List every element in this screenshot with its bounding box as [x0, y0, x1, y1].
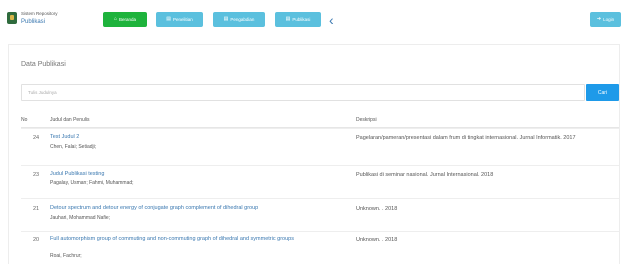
publication-title-link[interactable]: Test Judul 2 — [50, 134, 315, 141]
login-button[interactable]: ➔ Login — [590, 12, 621, 27]
row-number: 24 — [33, 135, 40, 141]
row-number: 21 — [33, 206, 40, 212]
file-icon: ▤ — [223, 16, 229, 22]
publication-description: Unknown. . 2018 — [356, 237, 398, 243]
table-row: 24 Test Judul 2 Chen, Falai; Setiadji; P… — [21, 128, 619, 165]
page-title: Data Publikasi — [21, 61, 66, 68]
file-icon: ▤ — [166, 16, 171, 22]
search-row: Cari — [21, 84, 619, 101]
column-header-no: No — [21, 117, 28, 123]
search-button[interactable]: Cari — [586, 84, 619, 101]
table-row: 23 Judul Publikasi testing Pagalay, Usma… — [21, 165, 619, 198]
sign-in-icon: ➔ — [596, 16, 602, 22]
table-row: 20 Full automorphism group of commuting … — [21, 231, 619, 264]
top-navbar: Sistem Repository Publikasi ⌂ Beranda ▤ … — [0, 0, 628, 42]
penelitian-label: Penelitian — [172, 17, 193, 22]
brand-title: Publikasi — [21, 18, 46, 25]
pengabdian-button[interactable]: ▤ Pengabdian — [213, 12, 265, 27]
publikasi-button[interactable]: ▤ Publikasi — [275, 12, 321, 27]
beranda-label: Beranda — [119, 17, 137, 22]
publication-description: Publikasi di seminar nasional. Jurnal In… — [356, 172, 494, 178]
table-row: 21 Detour spectrum and detour energy of … — [21, 198, 619, 231]
brand[interactable]: Sistem Repository Publikasi — [21, 11, 58, 25]
publication-authors: Chen, Falai; Setiadji; — [50, 144, 97, 150]
publication-description: Pagelaran/pameran/presentasi dalam frum … — [356, 135, 576, 141]
file-icon: ▤ — [285, 16, 291, 22]
publication-authors: Jauhari, Mohammad Nafie; — [50, 215, 111, 221]
column-header-deskripsi: Deskripsi — [356, 117, 377, 123]
pengabdian-label: Pengabdian — [230, 17, 255, 22]
penelitian-button[interactable]: ▤ Penelitian — [156, 12, 203, 27]
brand-subtitle: Sistem Repository — [21, 11, 58, 16]
chevron-left-icon[interactable]: ‹ — [329, 13, 334, 27]
publication-authors: Pagalay, Usman; Fahmi, Muhammad; — [50, 180, 134, 186]
column-header-judul: Judul dan Penulis — [50, 117, 90, 123]
publication-description: Unknown. . 2018 — [356, 206, 398, 212]
publication-title-link[interactable]: Full automorphism group of commuting and… — [50, 236, 335, 243]
home-icon: ⌂ — [113, 16, 117, 22]
publication-title-link[interactable]: Judul Publikasi testing — [50, 171, 315, 178]
publikasi-label: Publikasi — [292, 17, 311, 22]
publication-authors: Roai, Fachrur; — [50, 253, 82, 259]
row-number: 23 — [33, 172, 40, 178]
publication-title-link[interactable]: Detour spectrum and detour energy of con… — [50, 205, 330, 212]
login-label: Login — [603, 17, 615, 22]
search-input[interactable] — [21, 84, 585, 101]
publikasi-panel: Data Publikasi Cari No Judul dan Penulis… — [8, 44, 620, 264]
row-number: 20 — [33, 237, 40, 243]
logo-icon — [7, 12, 17, 24]
beranda-button[interactable]: ⌂ Beranda — [103, 12, 147, 27]
